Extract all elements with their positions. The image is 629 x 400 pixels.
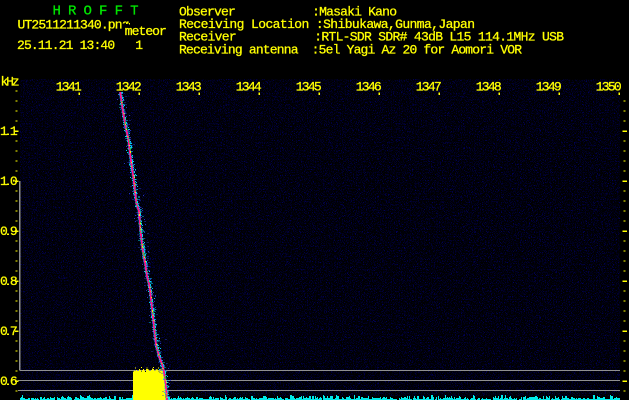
svg-text:1: 1	[10, 124, 18, 139]
svg-text:1: 1	[0, 124, 8, 139]
svg-text:1349: 1349	[536, 80, 562, 95]
svg-text:8: 8	[10, 274, 18, 289]
svg-text:1350: 1350	[596, 80, 622, 95]
svg-text:9: 9	[10, 224, 18, 239]
svg-text:UT2511211340.png: UT2511211340.png	[18, 18, 130, 33]
svg-text:7: 7	[10, 324, 18, 339]
svg-text:6: 6	[10, 374, 18, 389]
svg-text:1: 1	[0, 174, 8, 189]
svg-text:1341: 1341	[56, 80, 82, 95]
svg-text:0: 0	[0, 274, 8, 289]
svg-text:0: 0	[0, 324, 8, 339]
svg-text:meteor: meteor	[125, 24, 167, 39]
svg-text:1345: 1345	[296, 80, 322, 95]
svg-text:0: 0	[0, 224, 8, 239]
svg-text:Receiving antenna :5el Yagi A: Receiving antenna :5el Yagi Az 20 for Ao…	[179, 42, 522, 57]
svg-text:0: 0	[10, 174, 18, 189]
svg-text:1343: 1343	[176, 80, 202, 95]
svg-text:25.11.21 13:40 1: 25.11.21 13:40 1	[17, 38, 143, 53]
svg-text:1348: 1348	[476, 80, 502, 95]
svg-text:1347: 1347	[416, 80, 442, 95]
svg-text:kHz: kHz	[1, 74, 20, 89]
svg-text:0: 0	[0, 374, 8, 389]
svg-text:1344: 1344	[236, 80, 262, 95]
svg-text:1342: 1342	[116, 80, 142, 95]
svg-text:1346: 1346	[356, 80, 382, 95]
